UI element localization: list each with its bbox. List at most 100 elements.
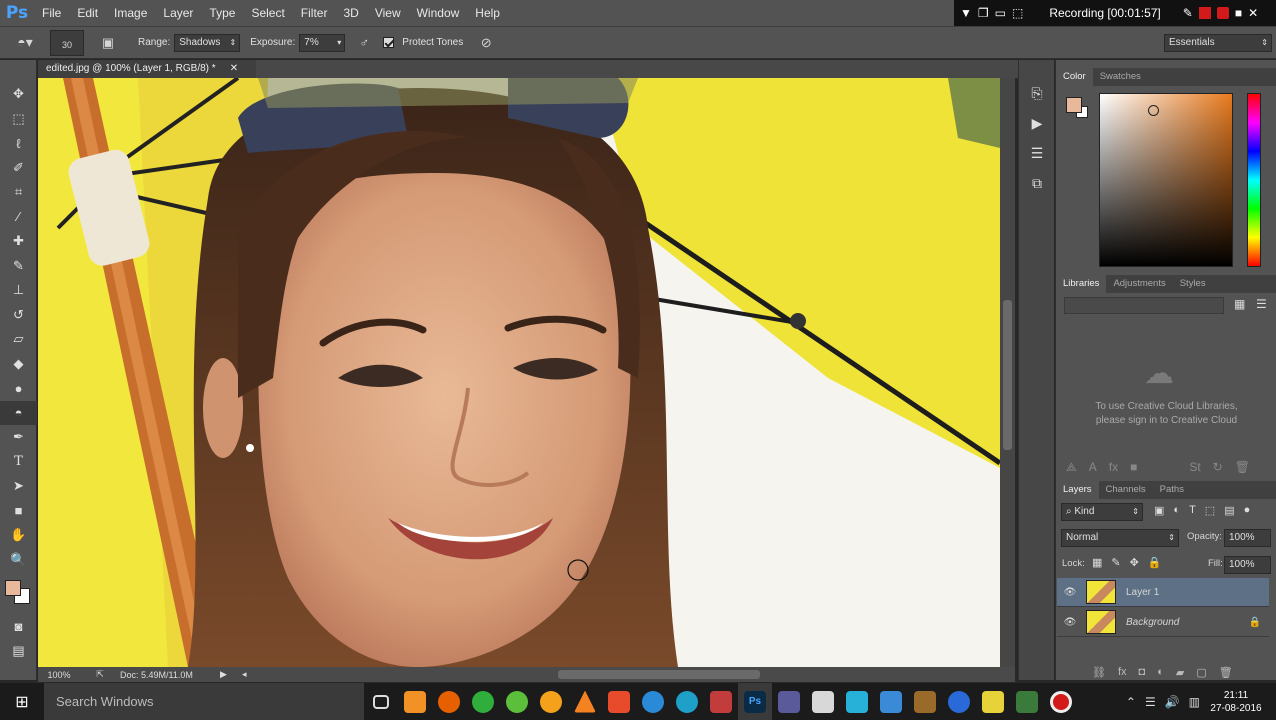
menu-view[interactable]: View: [367, 0, 409, 26]
menu-window[interactable]: Window: [409, 0, 468, 26]
firefox-icon[interactable]: [432, 683, 466, 720]
menu-3d[interactable]: 3D: [335, 0, 366, 26]
crop-tool-icon[interactable]: ⌗: [0, 180, 37, 205]
visibility-eye-icon[interactable]: 👁: [1062, 587, 1078, 598]
paint-bucket-tool-icon[interactable]: ◆: [0, 352, 37, 377]
menu-type[interactable]: Type: [201, 0, 243, 26]
sync-icon[interactable]: ↻: [1213, 460, 1223, 475]
vertical-scroll-thumb[interactable]: [1003, 300, 1012, 450]
app-icon-13[interactable]: [806, 683, 840, 720]
lock-all-icon[interactable]: 🔒: [1148, 556, 1162, 569]
list-view-icon[interactable]: ☰: [1256, 297, 1270, 311]
history-panel-icon[interactable]: ⎘: [1019, 78, 1055, 108]
tab-paths[interactable]: Paths: [1153, 481, 1191, 499]
properties-panel-icon[interactable]: ☰: [1019, 138, 1055, 168]
tab-color[interactable]: Color: [1056, 68, 1093, 86]
minimize-icon[interactable]: ▭: [995, 6, 1006, 20]
close-tab-icon[interactable]: ✕: [230, 63, 238, 74]
quick-select-tool-icon[interactable]: ✐: [0, 156, 37, 181]
region-icon[interactable]: ⬚: [1012, 6, 1023, 20]
foreground-color-swatch[interactable]: [5, 580, 21, 596]
dodge-tool-preset-icon[interactable]: ◓▾: [0, 34, 50, 51]
workspace-select[interactable]: Essentials ⇕: [1164, 33, 1272, 52]
clone-stamp-tool-icon[interactable]: ⊥: [0, 278, 37, 303]
tray-chevron-up-icon[interactable]: ⌃: [1126, 695, 1136, 709]
color-picker-field[interactable]: [1099, 93, 1233, 267]
new-layer-icon[interactable]: ▢: [1196, 666, 1206, 679]
app-icon-12[interactable]: [772, 683, 806, 720]
menu-image[interactable]: Image: [106, 0, 155, 26]
record-icon[interactable]: [1198, 7, 1211, 19]
menu-select[interactable]: Select: [243, 0, 292, 26]
menu-edit[interactable]: Edit: [69, 0, 106, 26]
lock-transparency-icon[interactable]: ▦: [1092, 556, 1102, 569]
move-tool-icon[interactable]: ✥: [0, 82, 37, 107]
blur-tool-icon[interactable]: ●: [0, 376, 37, 401]
filter-shape-icon[interactable]: ⬚: [1205, 504, 1215, 517]
menu-filter[interactable]: Filter: [293, 0, 336, 26]
adjustment-layer-icon[interactable]: ◐: [1157, 666, 1164, 679]
add-graphic-icon[interactable]: ⟁: [1066, 460, 1077, 475]
range-select[interactable]: Shadows ⇕: [174, 33, 241, 52]
eraser-tool-icon[interactable]: ▱: [0, 327, 37, 352]
filter-toggle-icon[interactable]: ●: [1244, 504, 1251, 517]
pen-tool-icon[interactable]: ✒: [0, 425, 37, 450]
layer-row-layer-1[interactable]: 👁 Layer 1: [1057, 578, 1269, 607]
marquee-tool-icon[interactable]: ⬚: [0, 107, 37, 132]
tab-styles[interactable]: Styles: [1173, 275, 1213, 293]
layer-name[interactable]: Background: [1126, 617, 1179, 628]
restore-icon[interactable]: ❐: [978, 6, 989, 20]
blend-mode-select[interactable]: Normal ⇕: [1061, 529, 1179, 547]
document-tab[interactable]: edited.jpg @ 100% (Layer 1, RGB/8) * ✕: [38, 60, 256, 78]
panel-foreground-swatch[interactable]: [1066, 97, 1082, 113]
add-layer-style-icon[interactable]: fx: [1109, 460, 1118, 475]
tab-libraries[interactable]: Libraries: [1056, 275, 1107, 293]
clock[interactable]: 21:11 27-08-2016: [1210, 689, 1262, 715]
path-select-tool-icon[interactable]: ➤: [0, 474, 37, 499]
utorrent-icon[interactable]: [500, 683, 534, 720]
zoom-level[interactable]: 100%: [38, 670, 80, 680]
menu-layer[interactable]: Layer: [155, 0, 201, 26]
close-icon[interactable]: ✕: [1248, 6, 1258, 20]
stop-icon[interactable]: [1216, 7, 1229, 19]
edge-icon[interactable]: [466, 683, 500, 720]
image-canvas[interactable]: [38, 78, 1000, 667]
menu-file[interactable]: File: [34, 0, 69, 26]
character-panel-icon[interactable]: ⧉: [1019, 168, 1055, 198]
hue-slider[interactable]: [1247, 93, 1261, 267]
zoom-tool-icon[interactable]: 🔍: [0, 548, 37, 573]
airbrush-icon[interactable]: ♂: [345, 35, 383, 50]
layer-name[interactable]: Layer 1: [1126, 587, 1159, 598]
filter-smart-icon[interactable]: ▤: [1224, 504, 1234, 517]
lasso-tool-icon[interactable]: ℓ: [0, 131, 37, 156]
app-icon-10[interactable]: [704, 683, 738, 720]
tab-swatches[interactable]: Swatches: [1093, 68, 1148, 86]
ccleaner-icon[interactable]: [636, 683, 670, 720]
add-mask-icon[interactable]: ◘: [1139, 666, 1146, 679]
stock-icon[interactable]: St: [1189, 460, 1200, 475]
brush-size-picker[interactable]: 30: [50, 29, 84, 56]
tab-adjustments[interactable]: Adjustments: [1106, 275, 1172, 293]
menu-help[interactable]: Help: [467, 0, 508, 26]
tab-channels[interactable]: Channels: [1099, 481, 1153, 499]
protect-tones-checkbox[interactable]: [383, 37, 395, 48]
visibility-eye-icon[interactable]: 👁: [1062, 617, 1078, 628]
search-windows-box[interactable]: Search Windows: [44, 683, 364, 720]
layer-row-background[interactable]: 👁 Background 🔒: [1057, 608, 1269, 637]
export-icon[interactable]: ⇱: [80, 669, 120, 680]
filter-adjustment-icon[interactable]: ◐: [1173, 504, 1180, 517]
app-icon-14[interactable]: [840, 683, 874, 720]
horizontal-scroll-thumb[interactable]: [558, 670, 760, 679]
new-group-icon[interactable]: ▰: [1176, 666, 1184, 679]
filter-pixel-icon[interactable]: ▣: [1154, 504, 1164, 517]
fill-input[interactable]: 100%: [1224, 556, 1271, 574]
status-menu-icon[interactable]: ▶: [220, 669, 242, 680]
brush-panel-icon[interactable]: ▣: [88, 35, 128, 51]
link-layers-icon[interactable]: ⛓: [1092, 666, 1106, 679]
type-tool-icon[interactable]: T: [0, 450, 37, 475]
hand-tool-icon[interactable]: ✋: [0, 523, 37, 548]
history-brush-tool-icon[interactable]: ↺: [0, 303, 37, 328]
scroll-left-icon[interactable]: ◂: [242, 669, 272, 680]
library-select[interactable]: [1064, 297, 1224, 314]
dodge-tool-icon[interactable]: ◓: [0, 400, 37, 425]
